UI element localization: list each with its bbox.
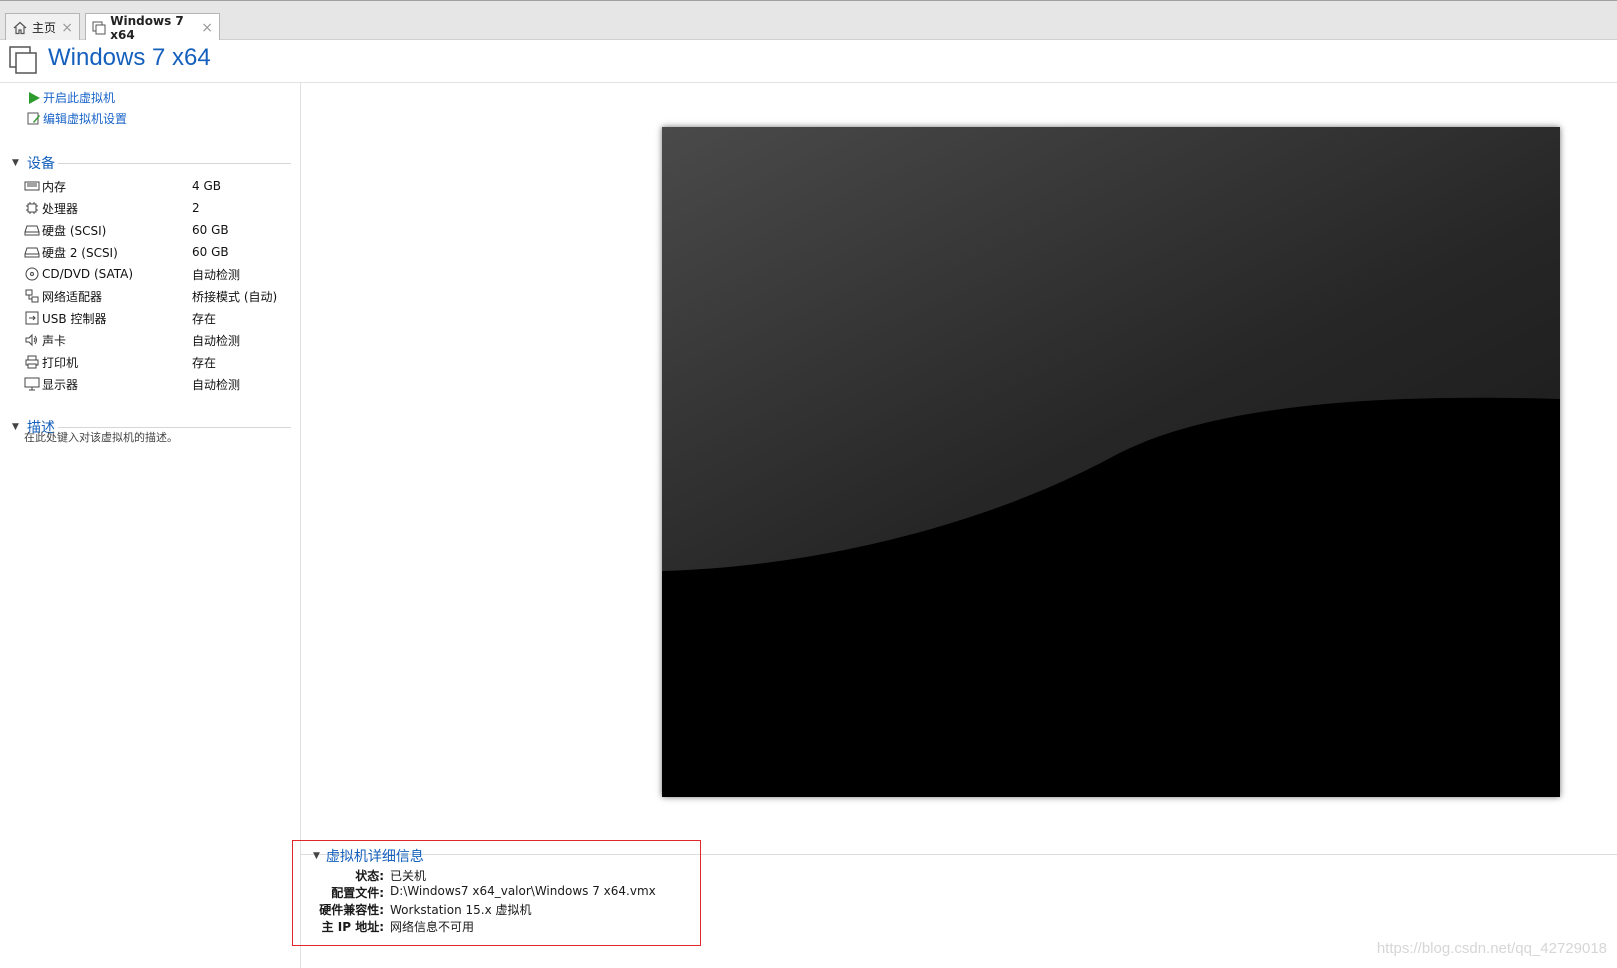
tab-label: 主页 [32,21,57,35]
network-icon [24,288,40,304]
memory-icon [24,178,40,194]
cd-dvd-icon [24,266,40,282]
edit-settings-label: 编辑虚拟机设置 [43,112,128,126]
preview-gloss-image [662,127,1560,797]
device-value: 自动检测 [192,377,241,392]
section-divider [58,427,291,428]
watermark: https://blog.csdn.net/qq_42729018 [1376,940,1607,957]
play-icon [26,90,41,105]
close-icon[interactable]: × [61,20,73,36]
left-panel: 开启此虚拟机 编辑虚拟机设置 ▼ 设备 内存 4 GB 处理器 2 硬盘 (SC… [0,83,301,968]
edit-settings-link[interactable]: 编辑虚拟机设置 [26,110,127,127]
details-value: 网络信息不可用 [390,920,475,934]
device-row-display[interactable]: 显示器 自动检测 [24,374,299,394]
device-row-cpu[interactable]: 处理器 2 [24,198,299,218]
device-value: 4 GB [192,179,221,193]
details-value: Workstation 15.x 虚拟机 [390,903,532,917]
details-key: 配置文件: [331,886,384,900]
device-row-harddisk-2[interactable]: 硬盘 2 (SCSI) 60 GB [24,242,299,262]
device-label: 声卡 [42,333,67,348]
collapse-triangle-icon[interactable]: ▼ [12,158,22,168]
collapse-triangle-icon[interactable]: ▼ [12,422,22,432]
device-label: 打印机 [42,355,79,370]
usb-icon [24,310,40,326]
details-key: 主 IP 地址: [321,920,384,934]
device-row-usb[interactable]: USB 控制器 存在 [24,308,299,328]
description-placeholder[interactable]: 在此处键入对该虚拟机的描述。 [24,429,178,445]
vm-icon [8,45,38,75]
details-row-ip: 主 IP 地址: 网络信息不可用 [300,918,474,935]
device-label: 网络适配器 [42,289,103,304]
edit-settings-icon [26,111,41,126]
device-label: 硬盘 2 (SCSI) [42,245,118,260]
device-label: 显示器 [42,377,79,392]
vm-header: Windows 7 x64 [0,40,1617,83]
vm-icon [92,20,106,36]
device-row-cd-dvd[interactable]: CD/DVD (SATA) 自动检测 [24,264,299,284]
device-value: 自动检测 [192,267,241,282]
device-value: 自动检测 [192,333,241,348]
vm-preview-thumbnail[interactable] [662,127,1560,797]
device-value: 存在 [192,311,217,326]
device-label: CD/DVD (SATA) [42,267,134,281]
details-section-header[interactable]: ▼ 虚拟机详细信息 [313,846,424,866]
home-icon [12,20,28,36]
monitor-icon [24,376,40,392]
device-value: 存在 [192,355,217,370]
harddisk-icon [24,244,40,260]
collapse-triangle-icon[interactable]: ▼ [313,851,320,861]
details-row-config-file: 配置文件: D:\Windows7 x64_valor\Windows 7 x6… [300,884,656,901]
printer-icon [24,354,40,370]
details-row-status: 状态: 已关机 [300,867,426,884]
device-row-sound[interactable]: 声卡 自动检测 [24,330,299,350]
close-icon[interactable]: × [201,20,213,36]
details-row-compatibility: 硬件兼容性: Workstation 15.x 虚拟机 [300,901,532,918]
device-label: USB 控制器 [42,311,107,326]
device-value: 桥接模式 (自动) [192,289,278,304]
details-value: 已关机 [390,869,427,883]
page-title: Windows 7 x64 [48,44,211,71]
details-value: D:\Windows7 x64_valor\Windows 7 x64.vmx [390,884,656,898]
harddisk-icon [24,222,40,238]
details-key: 硬件兼容性: [319,903,384,917]
details-heading: 虚拟机详细信息 [325,849,424,865]
tab-windows7[interactable]: Windows 7 x64 × [85,13,220,42]
devices-section-header[interactable]: ▼ 设备 [12,153,55,173]
device-row-harddisk[interactable]: 硬盘 (SCSI) 60 GB [24,220,299,240]
device-row-memory[interactable]: 内存 4 GB [24,176,299,196]
details-key: 状态: [355,869,384,883]
device-row-printer[interactable]: 打印机 存在 [24,352,299,372]
device-label: 硬盘 (SCSI) [42,223,107,238]
device-value: 2 [192,201,200,215]
speaker-icon [24,332,40,348]
devices-heading: 设备 [27,156,55,172]
device-value: 60 GB [192,245,229,259]
device-label: 处理器 [42,201,79,216]
device-value: 60 GB [192,223,229,237]
tab-label: Windows 7 x64 [110,13,184,42]
power-on-link[interactable]: 开启此虚拟机 [26,89,115,106]
cpu-icon [24,200,40,216]
device-row-network[interactable]: 网络适配器 桥接模式 (自动) [24,286,299,306]
tab-bar: 主页 × Windows 7 x64 × [0,0,1617,42]
device-label: 内存 [42,179,67,194]
section-divider [58,163,291,164]
tab-home[interactable]: 主页 × [5,13,80,41]
power-on-label: 开启此虚拟机 [43,91,116,105]
